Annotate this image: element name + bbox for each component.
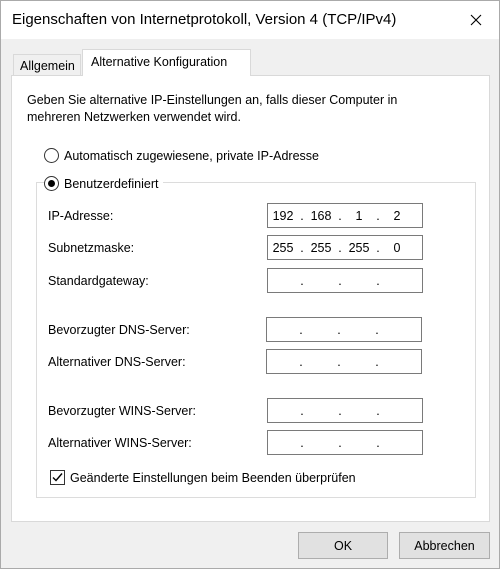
alternate-dns-input[interactable]: . . . [266,349,422,374]
alternate-wins-input[interactable]: . . . [267,430,423,455]
tab-label: Alternative Konfiguration [91,55,228,69]
radio-button-automatic[interactable] [44,148,59,163]
preferred-wins-input[interactable]: . . . [267,398,423,423]
tab-allgemein[interactable]: Allgemein [13,54,81,75]
tab-alternative-konfiguration[interactable]: Alternative Konfiguration [82,49,251,76]
preferred-wins-label: Bevorzugter WINS-Server: [48,404,196,418]
preferred-dns-label: Bevorzugter DNS-Server: [48,323,190,337]
alternate-wins-label: Alternativer WINS-Server: [48,436,192,450]
octet: 0 [393,240,401,255]
ip-address-label: IP-Adresse: [48,209,114,223]
check-icon [52,473,63,482]
tab-panel: Geben Sie alternative IP-Einstellungen a… [11,75,490,522]
octet: 168 [310,208,332,223]
radio-custom[interactable]: Benutzerdefiniert [44,176,163,191]
octet: 2 [393,208,401,223]
radio-custom-label: Benutzerdefiniert [64,176,159,191]
description-text: Geben Sie alternative IP-Einstellungen a… [27,93,398,124]
octet: 192 [272,208,294,223]
window-title: Eigenschaften von Internetprotokoll, Ver… [12,11,397,28]
default-gateway-input[interactable]: . . . [267,268,423,293]
preferred-dns-input[interactable]: . . . [266,317,422,342]
radio-button-custom[interactable] [44,176,59,191]
validate-settings-label: Geänderte Einstellungen beim Beenden übe… [70,470,356,485]
close-button[interactable] [453,1,499,39]
subnet-mask-input[interactable]: 255. 255. 255. 0 [267,235,423,260]
title-bar: Eigenschaften von Internetprotokoll, Ver… [1,1,499,39]
ip-address-input[interactable]: 192. 168. 1. 2 [267,203,423,228]
radio-automatic-label: Automatisch zugewiesene, private IP-Adre… [64,148,319,163]
dialog-window: Eigenschaften von Internetprotokoll, Ver… [0,0,500,569]
default-gateway-label: Standardgateway: [48,274,149,288]
octet: 1 [355,208,363,223]
radio-automatic[interactable]: Automatisch zugewiesene, private IP-Adre… [44,148,319,163]
alternate-dns-label: Alternativer DNS-Server: [48,355,186,369]
octet: 255 [310,240,332,255]
octet: 255 [348,240,370,255]
cancel-button[interactable]: Abbrechen [399,532,490,559]
validate-settings-checkbox[interactable] [50,470,65,485]
close-icon [470,14,482,26]
validate-settings-option[interactable]: Geänderte Einstellungen beim Beenden übe… [50,470,356,485]
ok-button[interactable]: OK [298,532,388,559]
radio-selected-dot [48,180,55,187]
octet: 255 [272,240,294,255]
tab-label: Allgemein [20,59,75,73]
subnet-mask-label: Subnetzmaske: [48,241,135,255]
